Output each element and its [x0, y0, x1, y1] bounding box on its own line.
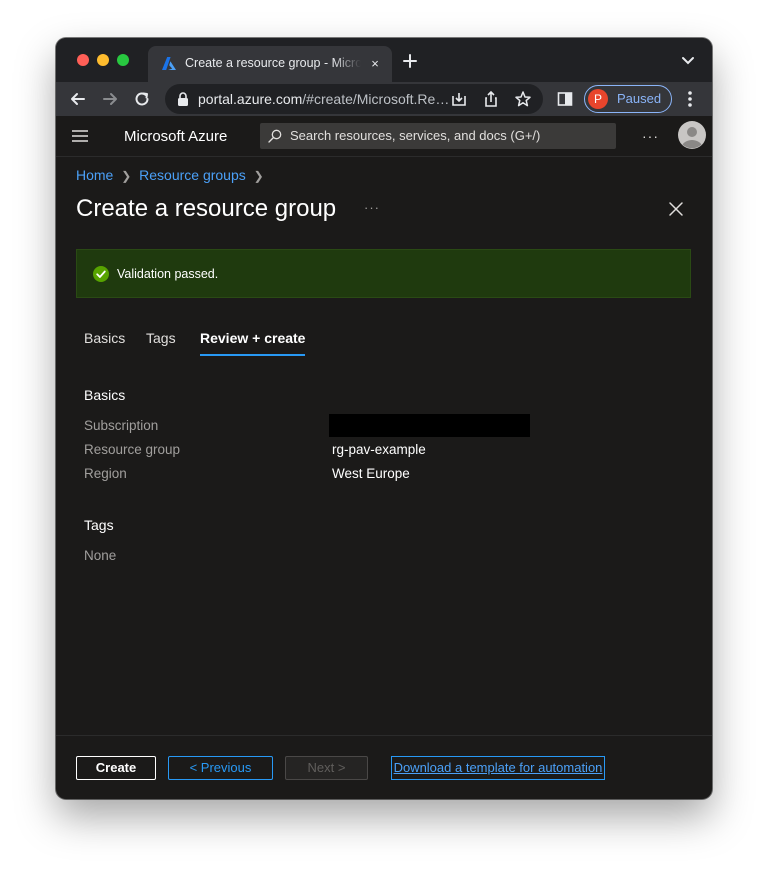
bookmark-star-icon[interactable] — [514, 90, 532, 108]
maximize-window-button[interactable] — [117, 54, 129, 66]
new-tab-icon[interactable] — [401, 52, 419, 70]
search-placeholder: Search resources, services, and docs (G+… — [290, 128, 541, 143]
install-app-icon[interactable] — [450, 90, 468, 108]
create-button[interactable]: Create — [76, 756, 156, 780]
tab-review-create[interactable]: Review + create — [200, 330, 306, 356]
basics-section-heading: Basics — [84, 387, 126, 403]
region-label: Region — [84, 466, 127, 481]
resource-group-label: Resource group — [84, 442, 181, 457]
breadcrumb-home[interactable]: Home — [76, 167, 113, 183]
close-window-button[interactable] — [77, 54, 89, 66]
page-title: Create a resource group — [76, 195, 337, 222]
profile-button[interactable]: P Paused — [584, 85, 672, 113]
address-bar[interactable]: portal.azure.com/#create/Microsoft.Resou… — [165, 84, 543, 114]
side-panel-icon[interactable] — [556, 90, 574, 108]
browser-window: Create a resource group - Microsoft Azur… — [56, 38, 712, 799]
browser-menu-icon[interactable] — [682, 89, 698, 109]
reload-icon[interactable] — [133, 90, 151, 108]
previous-button[interactable]: < Previous — [168, 756, 273, 780]
region-value: West Europe — [332, 466, 410, 481]
tab-title: Create a resource group - Microsoft Azur… — [185, 56, 361, 70]
page-more-options-icon[interactable]: ··· — [364, 200, 380, 215]
browser-toolbar: portal.azure.com/#create/Microsoft.Resou… — [56, 82, 712, 116]
lock-icon[interactable] — [177, 92, 189, 106]
tags-value: None — [84, 548, 117, 563]
back-arrow-icon[interactable] — [69, 90, 87, 108]
tags-section-heading: Tags — [84, 517, 114, 533]
hamburger-menu-icon[interactable] — [72, 130, 88, 142]
tab-strip: Create a resource group - Microsoft Azur… — [56, 38, 712, 82]
azure-brand[interactable]: Microsoft Azure — [124, 128, 227, 145]
browser-tab[interactable]: Create a resource group - Microsoft Azur… — [148, 46, 392, 82]
breadcrumb: Home ❯ Resource groups ❯ — [76, 167, 268, 183]
chevron-right-icon: ❯ — [121, 169, 132, 183]
validation-message: Validation passed. — [117, 267, 219, 281]
forward-arrow-icon[interactable] — [101, 90, 119, 108]
close-blade-icon[interactable] — [668, 201, 684, 217]
resource-group-value: rg-pav-example — [332, 442, 426, 457]
next-button[interactable]: Next > — [285, 756, 368, 780]
subscription-label: Subscription — [84, 418, 159, 433]
more-options-icon[interactable]: ··· — [642, 128, 659, 144]
share-icon[interactable] — [482, 90, 500, 108]
tab-basics[interactable]: Basics — [84, 330, 125, 354]
azure-top-bar: Microsoft Azure Search resources, servic… — [56, 116, 712, 157]
download-template-link[interactable]: Download a template for automation — [391, 756, 605, 780]
minimize-window-button[interactable] — [97, 54, 109, 66]
wizard-footer: Create < Previous Next > Download a temp… — [56, 735, 712, 799]
subscription-value-redacted — [329, 414, 530, 437]
close-tab-icon[interactable]: × — [368, 57, 382, 71]
global-search-input[interactable]: Search resources, services, and docs (G+… — [260, 123, 616, 149]
search-icon — [268, 129, 282, 143]
validation-banner: Validation passed. — [76, 249, 691, 298]
tab-tags[interactable]: Tags — [146, 330, 176, 354]
breadcrumb-resource-groups[interactable]: Resource groups — [139, 167, 246, 183]
azure-logo-icon — [162, 57, 176, 70]
chevron-right-icon: ❯ — [253, 169, 264, 183]
user-avatar-icon[interactable] — [678, 121, 706, 149]
chevron-down-icon[interactable] — [681, 56, 695, 66]
profile-avatar: P — [588, 89, 608, 109]
profile-status: Paused — [617, 91, 662, 106]
url-text[interactable]: portal.azure.com/#create/Microsoft.Resou… — [198, 91, 453, 107]
check-circle-icon — [93, 266, 109, 282]
